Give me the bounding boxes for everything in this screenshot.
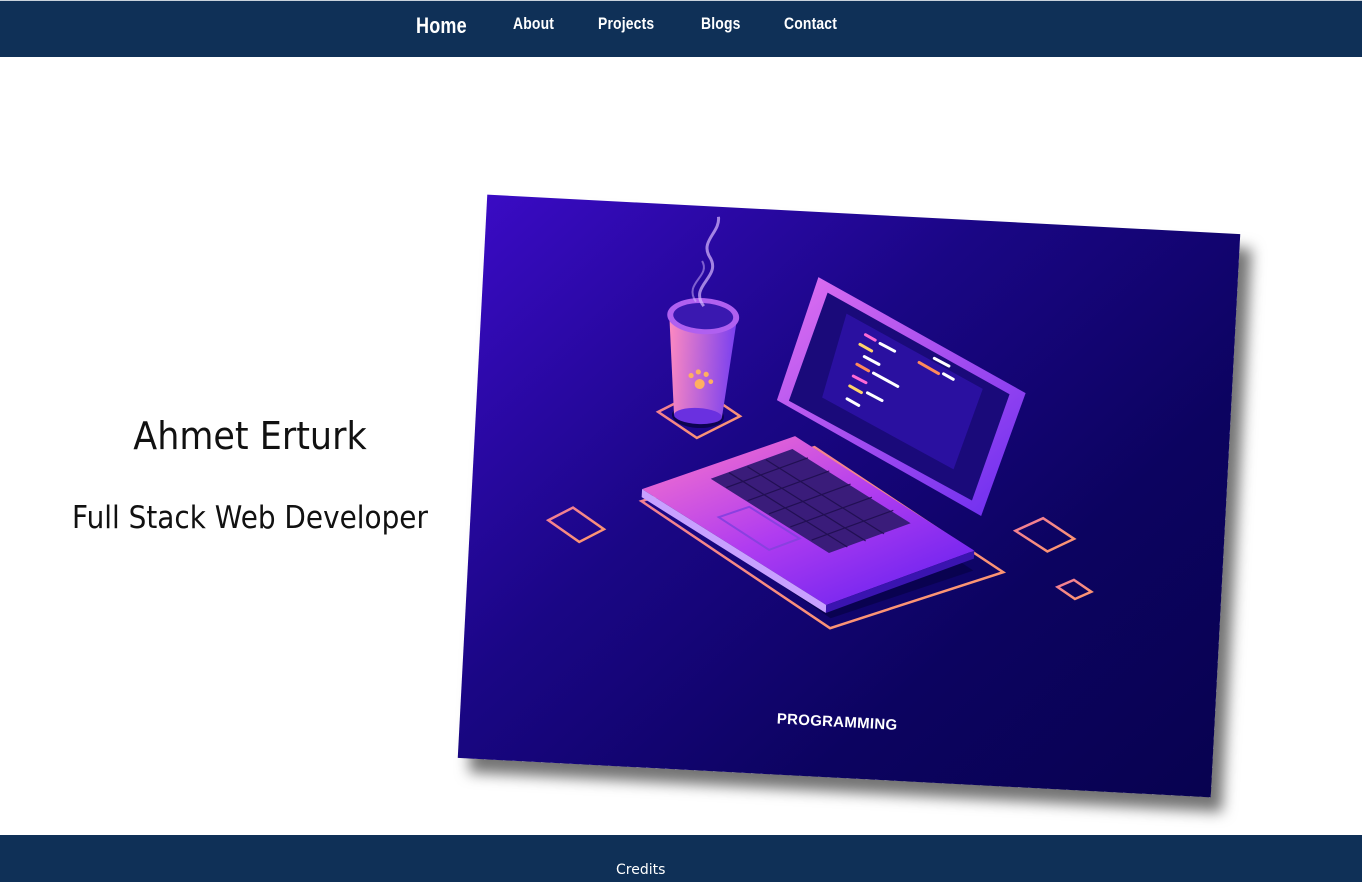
nav-about-link[interactable]: About (513, 14, 554, 34)
footer: Credits (0, 835, 1362, 882)
top-navbar: Home About Projects Blogs Contact (0, 0, 1362, 57)
nav-blogs-link[interactable]: Blogs (701, 14, 741, 34)
nav-contact-link[interactable]: Contact (784, 14, 837, 34)
nav-home-link[interactable]: Home (416, 13, 467, 39)
coffee-cup (667, 216, 740, 429)
hero-illustration: PROGRAMMING (457, 194, 1241, 798)
nav-projects-link[interactable]: Projects (598, 14, 654, 34)
hero-name: Ahmet Erturk (133, 414, 367, 458)
hero-role: Full Stack Web Developer (72, 500, 428, 536)
credits-link[interactable]: Credits (616, 862, 665, 878)
